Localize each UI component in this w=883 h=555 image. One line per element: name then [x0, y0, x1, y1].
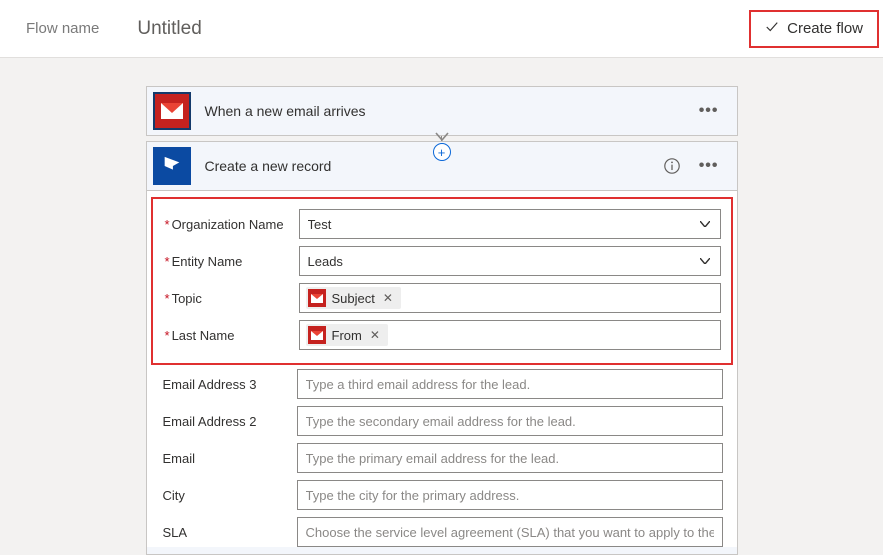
more-icon[interactable]: •••	[695, 157, 723, 175]
add-step-button[interactable]: +	[433, 143, 451, 161]
token-label: From	[332, 328, 362, 343]
field-row-email: Email	[161, 443, 723, 473]
field-label: Email Address 2	[163, 414, 257, 429]
field-label: City	[163, 488, 185, 503]
create-flow-button[interactable]: Create flow	[749, 10, 879, 48]
info-icon[interactable]	[663, 157, 681, 175]
flow-canvas: When a new email arrives ••• + Create a …	[0, 58, 883, 555]
org-name-select[interactable]: Test	[299, 209, 721, 239]
field-label: SLA	[163, 525, 188, 540]
top-bar: Flow name Untitled Create flow	[0, 0, 883, 58]
trigger-card[interactable]: When a new email arrives •••	[146, 86, 738, 136]
field-label: Email Address 3	[163, 377, 257, 392]
flow-title[interactable]: Untitled	[137, 18, 201, 40]
arrow-down-icon	[435, 132, 449, 142]
email-input[interactable]	[297, 443, 723, 473]
check-icon	[765, 20, 779, 38]
field-row-city: City	[161, 480, 723, 510]
create-flow-label: Create flow	[787, 20, 863, 37]
gmail-icon	[308, 289, 326, 307]
action-title: Create a new record	[205, 158, 649, 174]
field-label: Email	[163, 451, 196, 466]
field-row-email3: Email Address 3	[161, 369, 723, 399]
field-label: Organization Name	[172, 217, 284, 232]
last-name-input[interactable]: From ✕	[299, 320, 721, 350]
dynamic-token-from[interactable]: From ✕	[306, 324, 388, 346]
field-label: Topic	[172, 291, 202, 306]
trigger-card-header: When a new email arrives •••	[147, 87, 737, 135]
flow-name-label: Flow name	[26, 20, 99, 37]
email2-input[interactable]	[297, 406, 723, 436]
dynamics-icon	[153, 147, 191, 185]
gmail-icon	[308, 326, 326, 344]
gmail-icon	[153, 92, 191, 130]
dynamic-token-subject[interactable]: Subject ✕	[306, 287, 401, 309]
action-card-body: *Organization Name Test *Entity Name Lea…	[147, 190, 737, 547]
field-row-entity-name: *Entity Name Leads	[163, 246, 721, 276]
field-row-topic: *Topic Subject ✕	[163, 283, 721, 313]
trigger-title: When a new email arrives	[205, 103, 681, 119]
token-label: Subject	[332, 291, 375, 306]
required-fields-group: *Organization Name Test *Entity Name Lea…	[151, 197, 733, 365]
field-row-email2: Email Address 2	[161, 406, 723, 436]
field-label: Entity Name	[172, 254, 243, 269]
sla-input[interactable]	[297, 517, 723, 547]
action-card: Create a new record ••• *Organization Na…	[146, 141, 738, 555]
entity-name-select[interactable]: Leads	[299, 246, 721, 276]
more-icon[interactable]: •••	[695, 102, 723, 120]
field-row-last-name: *Last Name From ✕	[163, 320, 721, 350]
field-label: Last Name	[172, 328, 235, 343]
field-row-org-name: *Organization Name Test	[163, 209, 721, 239]
optional-fields-group: Email Address 3 Email Address 2 Email Ci…	[147, 367, 737, 547]
city-input[interactable]	[297, 480, 723, 510]
email3-input[interactable]	[297, 369, 723, 399]
field-row-sla: SLA	[161, 517, 723, 547]
remove-token-icon[interactable]: ✕	[381, 291, 395, 305]
remove-token-icon[interactable]: ✕	[368, 328, 382, 342]
topic-input[interactable]: Subject ✕	[299, 283, 721, 313]
step-connector: +	[146, 136, 738, 141]
